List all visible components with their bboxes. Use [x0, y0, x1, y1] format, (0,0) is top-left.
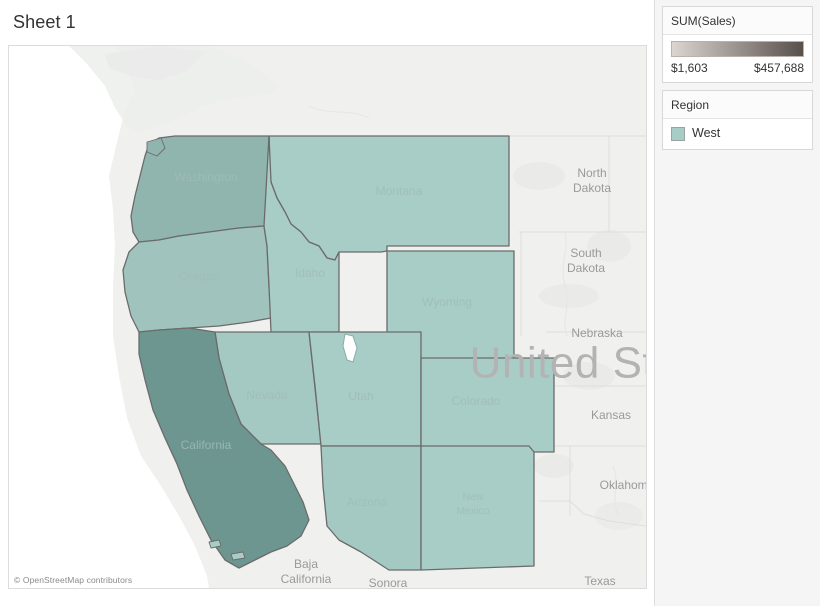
color-legend-title: SUM(Sales) [671, 14, 736, 28]
legend-panel: SUM(Sales) $1,603 $457,688 Region West [654, 0, 820, 606]
label-colorado: Colorado [452, 394, 501, 408]
label-sonora: Sonora [369, 576, 408, 588]
worksheet-pane: Sheet 1 United S Washington Oregon Idaho… [0, 0, 654, 606]
label-south-dakota-line2: Dakota [567, 261, 605, 275]
label-new-mexico-line2: Mexico [456, 505, 489, 517]
color-gradient-labels: $1,603 $457,688 [671, 61, 804, 75]
region-legend-card[interactable]: Region West [662, 90, 813, 150]
color-legend-card[interactable]: SUM(Sales) $1,603 $457,688 [662, 6, 813, 83]
legend-item-west[interactable]: West [671, 125, 804, 142]
color-swatch-icon [671, 126, 685, 141]
label-north-dakota-line1: North [577, 166, 606, 180]
label-texas: Texas [584, 574, 615, 588]
label-south-dakota-line1: South [570, 246, 601, 260]
island-catalina [230, 551, 246, 561]
label-utah: Utah [348, 389, 373, 403]
page-title: Sheet 1 [13, 12, 76, 32]
label-north-dakota-line2: Dakota [573, 181, 611, 195]
label-california: California [181, 438, 232, 452]
label-washington: Washington [175, 170, 238, 184]
label-wyoming: Wyoming [422, 295, 472, 309]
label-kansas: Kansas [591, 408, 631, 422]
gradient-max-label: $457,688 [753, 61, 804, 75]
label-oklahoma: Oklahoma [600, 478, 646, 492]
label-nevada: Nevada [246, 388, 288, 402]
color-gradient-bar[interactable] [671, 41, 804, 57]
map-viewport[interactable]: United States Washington Oregon Idaho Mo… [8, 45, 647, 589]
label-oregon: Oregon [179, 269, 219, 283]
map-attribution[interactable]: © OpenStreetMap contributors [14, 575, 132, 585]
island-channel [208, 539, 222, 549]
region-legend-body: West [663, 118, 812, 149]
label-nebraska: Nebraska [571, 326, 623, 340]
label-united-states: United States [470, 339, 646, 388]
label-montana: Montana [376, 184, 423, 198]
gradient-min-label: $1,603 [671, 61, 708, 75]
legend-item-label: West [692, 126, 721, 140]
map-canvas[interactable]: United States Washington Oregon Idaho Mo… [9, 46, 646, 588]
label-idaho: Idaho [295, 266, 325, 280]
label-baja-california-line2: California [281, 572, 332, 586]
tableau-worksheet-view: Sheet 1 United S Washington Oregon Idaho… [0, 0, 820, 606]
label-new-mexico-line1: New [462, 491, 483, 503]
color-legend-body: $1,603 $457,688 [663, 34, 812, 82]
label-baja-california-line1: Baja [294, 557, 318, 571]
label-arizona: Arizona [347, 495, 388, 509]
region-legend-title: Region [671, 98, 710, 112]
